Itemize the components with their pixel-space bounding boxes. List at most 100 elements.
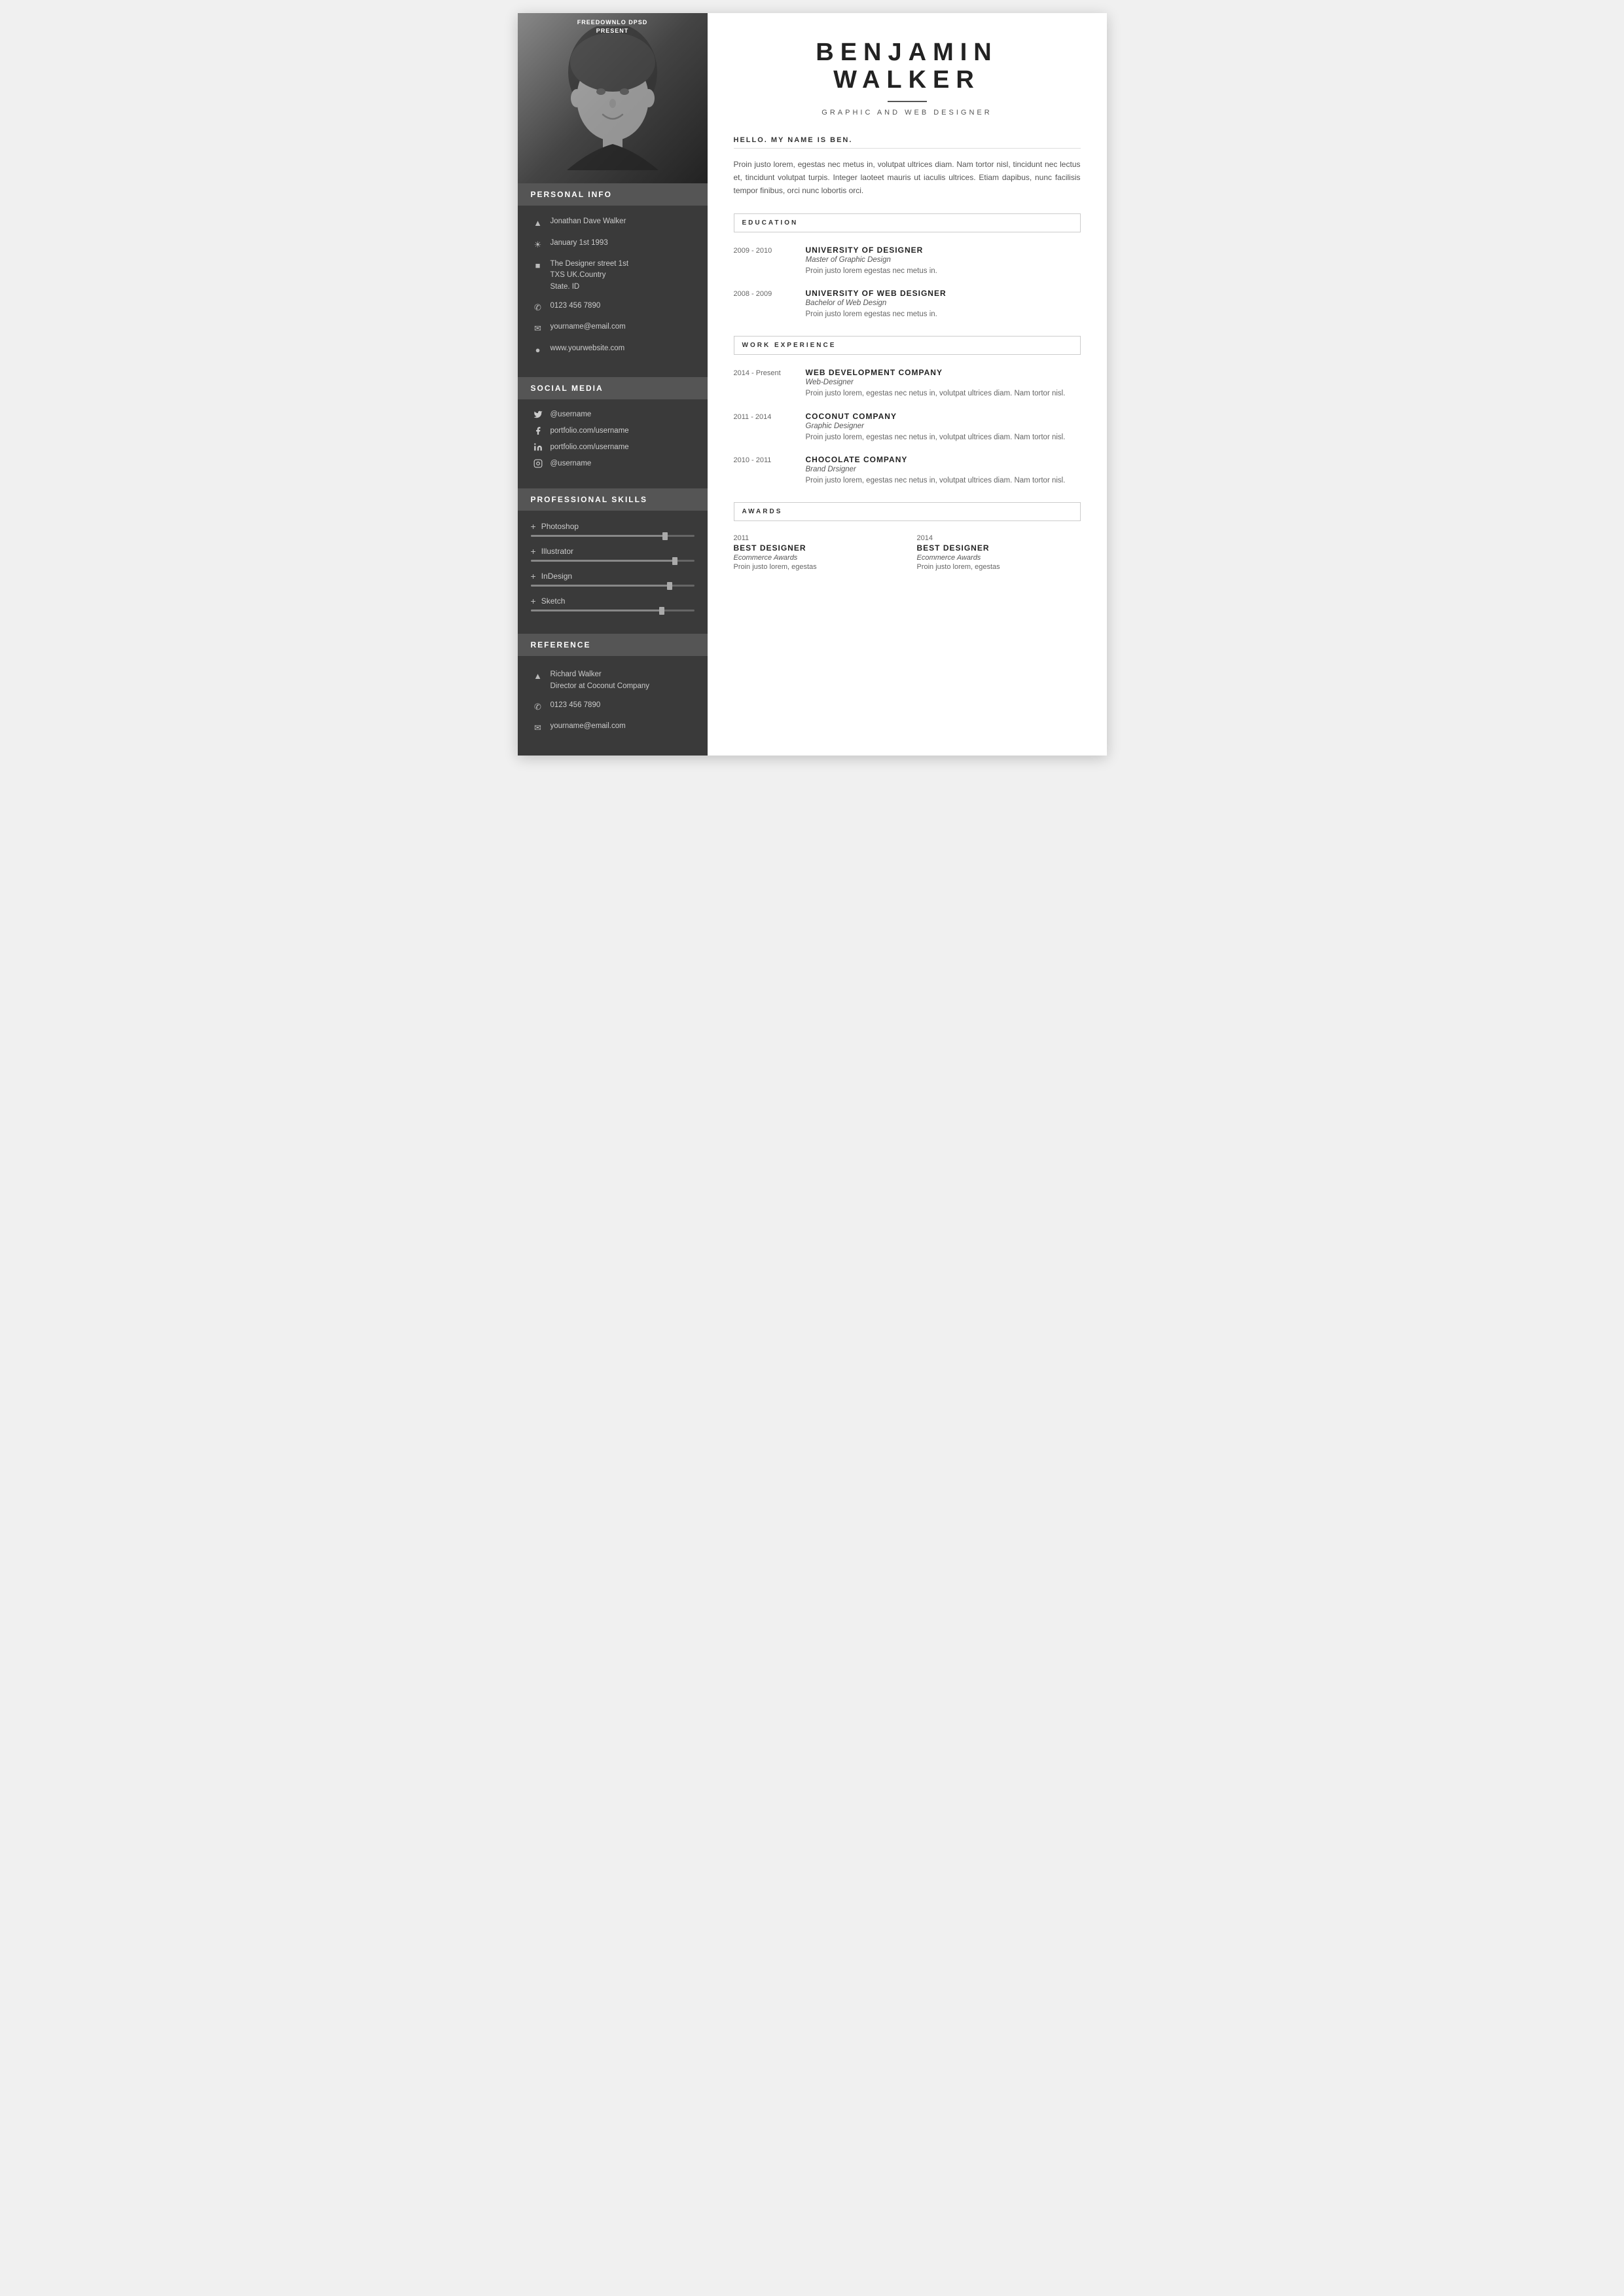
reference-phone: 0123 456 7890 <box>550 700 695 711</box>
award-year-1: 2014 <box>917 534 1081 542</box>
work-company-0: WEB DEVELOPMENT COMPANY <box>806 368 1081 377</box>
twitter-icon <box>531 410 545 419</box>
person-icon: ▲ <box>531 217 545 230</box>
award-year-0: 2011 <box>734 534 897 542</box>
work-entry-2: 2010 - 2011 CHOCOLATE COMPANY Brand Drsi… <box>734 455 1081 486</box>
personal-info-section: ▲ Jonathan Dave Walker ☀ January 1st 199… <box>518 206 708 377</box>
edu-desc-1: Proin justo lorem egestas nec metus in. <box>806 309 1081 320</box>
personal-phone: 0123 456 7890 <box>550 301 695 312</box>
skill-name-sketch: Sketch <box>541 596 566 606</box>
job-title: GRAPHIC AND WEB DESIGNER <box>734 109 1081 117</box>
personal-website: www.yourwebsite.com <box>550 343 695 354</box>
personal-address: The Designer street 1stTXS UK.CountrySta… <box>550 259 695 293</box>
work-content-1: COCONUT COMPANY Graphic Designer Proin j… <box>806 412 1081 443</box>
reference-name: Richard Walker <box>550 669 695 680</box>
info-website: ● www.yourwebsite.com <box>531 343 695 357</box>
reference-title: Director at Coconut Company <box>550 681 695 692</box>
education-entry-1: 2008 - 2009 UNIVERSITY OF WEB DESIGNER B… <box>734 289 1081 320</box>
work-desc-0: Proin justo lorem, egestas nec netus in,… <box>806 388 1081 399</box>
reference-phone-icon: ✆ <box>531 701 545 714</box>
info-name: ▲ Jonathan Dave Walker <box>531 216 695 230</box>
skill-photoshop: + Photoshop <box>531 521 695 537</box>
skill-name-illustrator: Illustrator <box>541 547 573 556</box>
social-instagram: @username <box>531 459 695 468</box>
skill-bar-illustrator <box>531 560 695 562</box>
skill-plus-icon-2: + <box>531 546 536 556</box>
resume-container: FREEDOWNLO DPSD PRESENT PERSONAL INFO ▲ … <box>518 13 1107 756</box>
social-linkedin: portfolio.com/username <box>531 443 695 452</box>
work-role-0: Web-Designer <box>806 378 1081 386</box>
social-twitter: @username <box>531 410 695 419</box>
awards-grid: 2011 BEST DESIGNER Ecommerce Awards Proi… <box>734 534 1081 571</box>
skill-name-photoshop: Photoshop <box>541 522 579 531</box>
main-content: BENJAMIN WALKER GRAPHIC AND WEB DESIGNER… <box>708 13 1107 756</box>
award-desc-0: Proin justo lorem, egestas <box>734 563 897 571</box>
instagram-handle: @username <box>550 460 592 467</box>
skills-section: + Photoshop + Illustrator <box>518 511 708 634</box>
hello-label: HELLO. MY NAME IS BEN. <box>734 136 1081 149</box>
work-desc-1: Proin justo lorem, egestas nec netus in,… <box>806 432 1081 443</box>
skill-illustrator: + Illustrator <box>531 546 695 562</box>
linkedin-icon <box>531 443 545 452</box>
skill-sketch: + Sketch <box>531 596 695 611</box>
work-title: WORK EXPERIENCE <box>734 336 1081 355</box>
last-name: WALKER <box>734 67 1081 94</box>
skill-plus-icon-3: + <box>531 571 536 581</box>
birthday-icon: ☀ <box>531 238 545 251</box>
edu-degree-1: Bachelor of Web Design <box>806 299 1081 307</box>
reference-name-item: ▲ Richard Walker Director at Coconut Com… <box>531 669 695 692</box>
reference-person-icon: ▲ <box>531 670 545 683</box>
edu-school-1: UNIVERSITY OF WEB DESIGNER <box>806 289 1081 298</box>
award-title-1: BEST DESIGNER <box>917 543 1081 553</box>
phone-icon: ✆ <box>531 301 545 314</box>
skills-header: PROFESSIONAL SKILLS <box>518 488 708 511</box>
work-content-2: CHOCOLATE COMPANY Brand Drsigner Proin j… <box>806 455 1081 486</box>
edu-desc-0: Proin justo lorem egestas nec metus in. <box>806 266 1081 277</box>
edu-year-1: 2008 - 2009 <box>734 289 806 320</box>
facebook-icon <box>531 426 545 435</box>
award-col-1: 2014 BEST DESIGNER Ecommerce Awards Proi… <box>917 534 1081 571</box>
name-title-section: BENJAMIN WALKER GRAPHIC AND WEB DESIGNER <box>734 39 1081 117</box>
skill-indesign: + InDesign <box>531 571 695 587</box>
work-entry-0: 2014 - Present WEB DEVELOPMENT COMPANY W… <box>734 368 1081 399</box>
edu-degree-0: Master of Graphic Design <box>806 256 1081 264</box>
work-role-2: Brand Drsigner <box>806 465 1081 473</box>
education-title: EDUCATION <box>734 213 1081 232</box>
work-company-2: CHOCOLATE COMPANY <box>806 455 1081 464</box>
education-entry-0: 2009 - 2010 UNIVERSITY OF DESIGNER Maste… <box>734 246 1081 277</box>
skill-plus-icon-4: + <box>531 596 536 606</box>
work-year-2: 2010 - 2011 <box>734 455 806 486</box>
reference-phone-item: ✆ 0123 456 7890 <box>531 700 695 714</box>
reference-email: yourname@email.com <box>550 721 695 732</box>
skill-plus-icon: + <box>531 521 536 532</box>
work-content-0: WEB DEVELOPMENT COMPANY Web-Designer Pro… <box>806 368 1081 399</box>
linkedin-handle: portfolio.com/username <box>550 443 629 451</box>
hello-text: Proin justo lorem, egestas nec metus in,… <box>734 158 1081 198</box>
skill-bar-photoshop <box>531 535 695 537</box>
skill-bar-sketch <box>531 610 695 611</box>
reference-email-icon: ✉ <box>531 721 545 735</box>
personal-info-header: PERSONAL INFO <box>518 183 708 206</box>
edu-school-0: UNIVERSITY OF DESIGNER <box>806 246 1081 255</box>
edu-content-1: UNIVERSITY OF WEB DESIGNER Bachelor of W… <box>806 289 1081 320</box>
edu-content-0: UNIVERSITY OF DESIGNER Master of Graphic… <box>806 246 1081 277</box>
info-phone: ✆ 0123 456 7890 <box>531 301 695 314</box>
info-email: ✉ yourname@email.com <box>531 321 695 335</box>
sidebar: FREEDOWNLO DPSD PRESENT PERSONAL INFO ▲ … <box>518 13 708 756</box>
work-entry-1: 2011 - 2014 COCONUT COMPANY Graphic Desi… <box>734 412 1081 443</box>
twitter-handle: @username <box>550 410 592 418</box>
reference-header: REFERENCE <box>518 634 708 656</box>
social-facebook: portfolio.com/username <box>531 426 695 435</box>
work-section: WORK EXPERIENCE 2014 - Present WEB DEVEL… <box>734 336 1081 486</box>
skill-name-indesign: InDesign <box>541 572 572 581</box>
awards-section: AWARDS 2011 BEST DESIGNER Ecommerce Awar… <box>734 502 1081 571</box>
work-year-1: 2011 - 2014 <box>734 412 806 443</box>
edu-year-0: 2009 - 2010 <box>734 246 806 277</box>
award-sub-0: Ecommerce Awards <box>734 554 897 562</box>
award-col-0: 2011 BEST DESIGNER Ecommerce Awards Proi… <box>734 534 897 571</box>
work-role-1: Graphic Designer <box>806 422 1081 430</box>
photo-area: FREEDOWNLO DPSD PRESENT <box>518 13 708 183</box>
work-company-1: COCONUT COMPANY <box>806 412 1081 421</box>
hello-section: HELLO. MY NAME IS BEN. Proin justo lorem… <box>734 136 1081 198</box>
email-icon: ✉ <box>531 322 545 335</box>
